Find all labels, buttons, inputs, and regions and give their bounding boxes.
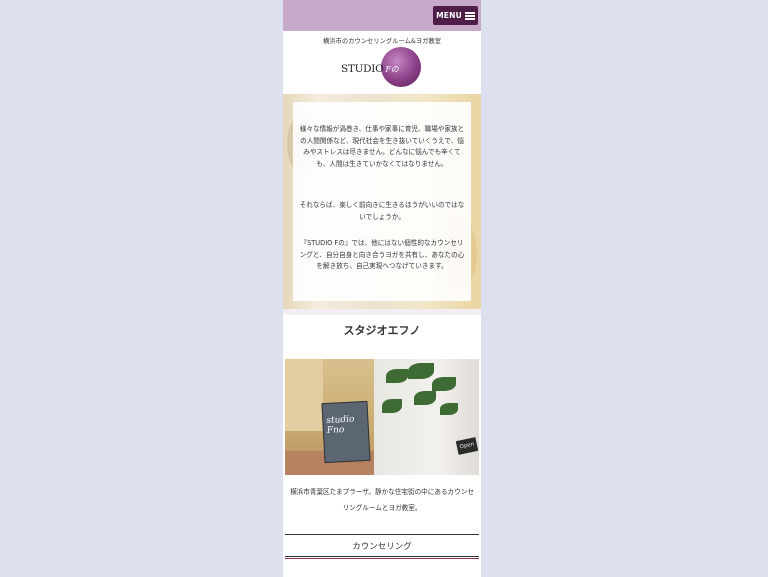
plant-leaf-icon (432, 377, 456, 391)
menu-label: MENU (436, 11, 462, 20)
top-bar: MENU (283, 0, 481, 31)
menu-button[interactable]: MENU (433, 6, 478, 25)
photo-entrance: studio Fno (285, 359, 374, 475)
hero-paragraph-1: 様々な情報が渦巻き、仕事や家事に育児、職場や家族との人間関係など、現代社会を生き… (299, 125, 465, 168)
sign-text: studio Fno (326, 414, 355, 436)
section-divider (283, 309, 481, 315)
site-tagline: 横浜市のカウンセリングルーム&ヨガ教室 (322, 38, 442, 45)
site-logo[interactable]: STUDIO Fの (339, 46, 429, 90)
plant-leaf-icon (382, 399, 402, 413)
logo-text-main: STUDIO (341, 63, 384, 75)
studio-photo: studio Fno Open (285, 359, 479, 475)
photo-wall (285, 359, 323, 431)
plant-leaf-icon (386, 369, 408, 383)
hamburger-icon (464, 12, 475, 20)
logo-text: STUDIO Fの (341, 63, 399, 75)
logo-text-sub: Fの (385, 65, 399, 74)
plant-leaf-icon (440, 403, 458, 415)
plant-leaf-icon (414, 391, 436, 405)
mobile-page: MENU 横浜市のカウンセリングルーム&ヨガ教室 STUDIO Fの 様々な情報が… (283, 0, 481, 577)
hero-paragraph-2: それならば、楽しく前向きに生きるほうがいいのではないでしょうか。 (299, 201, 465, 221)
studio-sign-board: studio Fno (321, 400, 371, 464)
photo-plant (374, 359, 479, 475)
counseling-label: カウンセリング (352, 541, 412, 552)
plant-leaf-icon (408, 363, 434, 379)
section-title: スタジオエフノ (343, 324, 421, 337)
hero-section: 様々な情報が渦巻き、仕事や家事に育児、職場や家族との人間関係など、現代社会を生き… (283, 94, 481, 309)
studio-caption: 横浜市青葉区たまプラーザ。静かな住宅街の中にあるカウンセリングルームとヨガ教室。 (290, 488, 474, 512)
hero-paragraph-3: 『STUDIO Fの』では、他にはない個性的なカウンセリングと、自分自身と向き合… (299, 239, 465, 271)
hero-text-card: 様々な情報が渦巻き、仕事や家事に育児、職場や家族との人間関係など、現代社会を生き… (293, 102, 471, 301)
counseling-button[interactable]: カウンセリング (285, 534, 479, 559)
